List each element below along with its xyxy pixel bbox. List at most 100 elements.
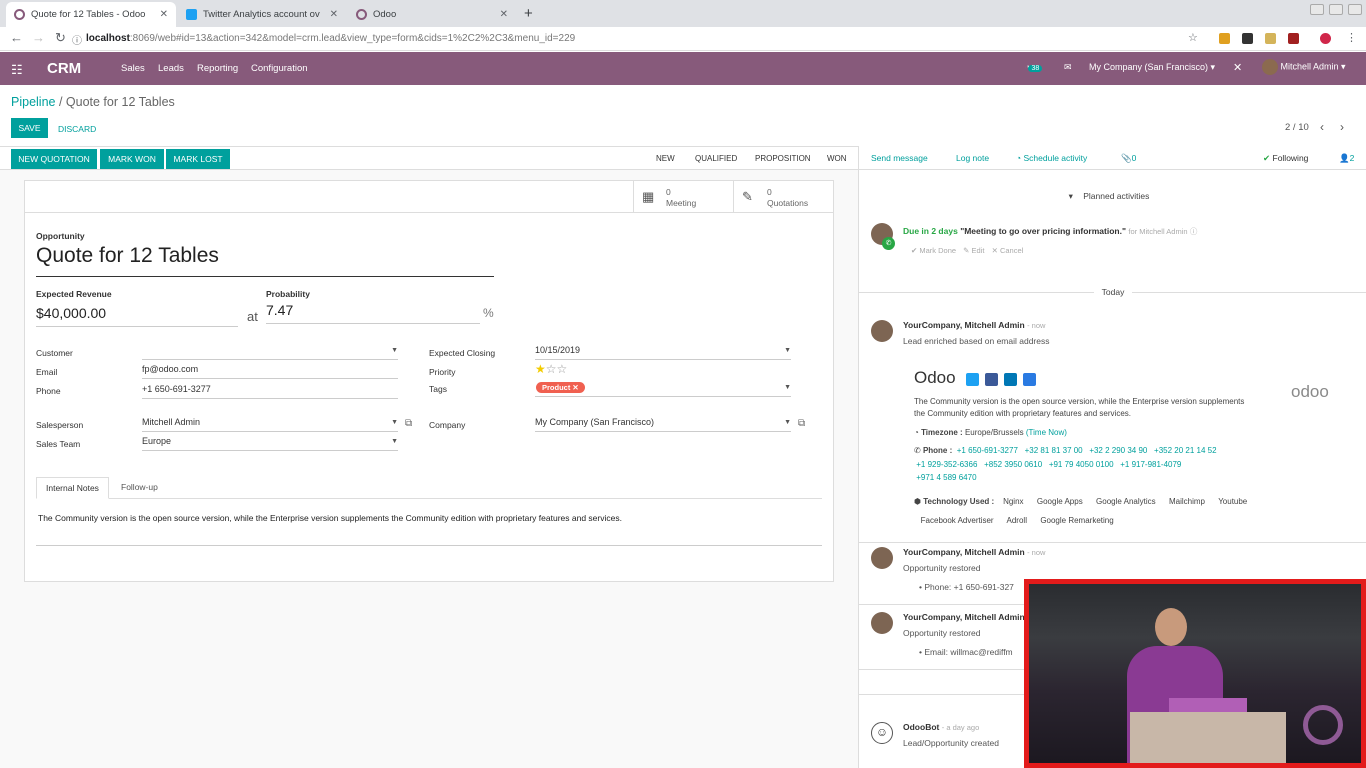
company-switcher[interactable]: My Company (San Francisco) ▾	[1089, 62, 1215, 73]
phone-link[interactable]: +971 4 589 6470	[916, 473, 976, 482]
quotations-smart-button[interactable]: ✎ 0 Quotations	[733, 181, 835, 212]
time-now-link[interactable]: (Time Now)	[1026, 428, 1067, 437]
tags-label: Tags	[429, 384, 447, 394]
app-name[interactable]: CRM	[47, 60, 81, 77]
minimize-window-button[interactable]	[1310, 4, 1324, 15]
phone-link[interactable]: +91 79 4050 0100	[1049, 460, 1114, 469]
new-tab-button[interactable]: +	[524, 5, 533, 22]
close-window-button[interactable]	[1348, 4, 1362, 15]
close-tab-icon[interactable]: ✕	[160, 9, 168, 20]
mark-won-button[interactable]: MARK WON	[100, 149, 164, 169]
discard-button[interactable]: DISCARD	[58, 124, 96, 134]
menu-configuration[interactable]: Configuration	[251, 63, 308, 74]
internal-notes-text[interactable]: The Community version is the open source…	[38, 513, 622, 523]
tab-follow-up[interactable]: Follow-up	[112, 477, 167, 499]
stage-proposition[interactable]: PROPOSITION	[755, 154, 811, 163]
maximize-window-button[interactable]	[1329, 4, 1343, 15]
phone-input[interactable]: +1 650-691-3277	[142, 384, 398, 399]
phone-link[interactable]: +32 2 290 34 90	[1089, 446, 1147, 455]
activity-badge: 38	[1028, 65, 1043, 72]
stage-won[interactable]: WON	[827, 154, 847, 163]
extension-icon[interactable]	[1242, 33, 1253, 44]
tab-internal-notes[interactable]: Internal Notes	[36, 477, 109, 499]
followers-button[interactable]: 👤2	[1339, 153, 1354, 164]
forward-arrow-icon[interactable]: →	[32, 30, 45, 45]
attachments-button[interactable]: 📎0	[1121, 153, 1136, 164]
browser-tab-quote[interactable]: Quote for 12 Tables - Odoo ✕	[6, 2, 176, 27]
menu-sales[interactable]: Sales	[121, 63, 145, 74]
breadcrumb-pipeline[interactable]: Pipeline	[11, 95, 55, 109]
schedule-activity-button[interactable]: ◔ Schedule activity	[1016, 153, 1087, 163]
pager-next-icon[interactable]: ›	[1340, 120, 1344, 134]
close-tab-icon[interactable]: ✕	[330, 9, 338, 20]
star-empty-icon[interactable]: ☆	[557, 362, 568, 376]
opportunity-name-input[interactable]: Quote for 12 Tables	[36, 244, 494, 277]
stage-qualified[interactable]: QUALIFIED	[695, 154, 737, 163]
meeting-smart-button[interactable]: ▦ 0 Meeting	[633, 181, 733, 212]
reload-icon[interactable]: ↻	[55, 30, 66, 46]
linkedin-icon[interactable]	[1004, 373, 1017, 386]
save-button[interactable]: SAVE	[11, 118, 48, 138]
info-icon[interactable]: ⓘ	[72, 32, 82, 47]
extension-icon[interactable]	[1219, 33, 1230, 44]
technology-item: Google Remarketing	[1040, 516, 1114, 525]
browser-tab-odoo[interactable]: Odoo ✕	[348, 2, 516, 27]
pager-previous-icon[interactable]: ‹	[1320, 120, 1324, 134]
date-separator: Today	[859, 287, 1366, 297]
mark-lost-button[interactable]: MARK LOST	[166, 149, 230, 169]
extension-icon[interactable]	[1288, 33, 1299, 44]
bookmark-star-icon[interactable]: ☆	[1188, 31, 1198, 44]
external-link-icon[interactable]: ⧉	[798, 418, 805, 429]
back-arrow-icon[interactable]: ←	[10, 30, 23, 45]
breadcrumb-current: Quote for 12 Tables	[65, 95, 175, 109]
star-empty-icon[interactable]: ☆	[546, 362, 557, 376]
planned-activities-toggle[interactable]: ▾ Planned activities	[859, 191, 1366, 202]
twitter-icon[interactable]	[966, 373, 979, 386]
email-input[interactable]: fp@odoo.com	[142, 364, 398, 379]
phone-link[interactable]: +1 650-691-3277	[957, 446, 1018, 455]
phone-link[interactable]: +352 20 21 14 52	[1154, 446, 1217, 455]
notebook-tabs: Internal Notes Follow-up	[36, 477, 822, 499]
close-icon[interactable]: ✕	[1233, 61, 1242, 74]
edit-activity-button[interactable]: ✎ Edit	[963, 246, 984, 255]
pager-value[interactable]: 2 / 10	[1285, 122, 1309, 133]
log-note-button[interactable]: Log note	[956, 153, 989, 163]
star-filled-icon[interactable]: ★	[535, 362, 546, 376]
salesperson-select[interactable]: Mitchell Admin ▼	[142, 417, 398, 432]
url-input[interactable]: localhost:8069/web#id=13&action=342&mode…	[86, 33, 575, 44]
percent-sign: %	[483, 306, 494, 320]
extension-icon[interactable]	[1265, 33, 1276, 44]
facebook-icon[interactable]	[985, 373, 998, 386]
new-quotation-button[interactable]: NEW QUOTATION	[11, 149, 97, 169]
phone-link[interactable]: +852 3950 0610	[984, 460, 1042, 469]
following-button[interactable]: ✔ Following	[1263, 153, 1308, 164]
tag-product[interactable]: Product ✕	[536, 382, 585, 393]
external-link-icon[interactable]: ⧉	[405, 418, 412, 429]
expected-revenue-input[interactable]: $40,000.00	[36, 305, 238, 327]
sales-team-select[interactable]: Europe ▼	[142, 436, 398, 451]
probability-input[interactable]: 7.47	[266, 302, 480, 324]
stage-new[interactable]: NEW	[656, 154, 675, 163]
menu-reporting[interactable]: Reporting	[197, 63, 238, 74]
crunchbase-icon[interactable]	[1023, 373, 1036, 386]
browser-menu-icon[interactable]: ⋮	[1346, 31, 1357, 44]
company-select[interactable]: My Company (San Francisco) ▼	[535, 417, 791, 432]
close-tab-icon[interactable]: ✕	[500, 9, 508, 20]
send-message-button[interactable]: Send message	[871, 153, 928, 163]
phone-link[interactable]: +1 929-352-6366	[916, 460, 977, 469]
activity-clock-icon[interactable]: ◔38	[1025, 62, 1043, 72]
mark-done-button[interactable]: ✔ Mark Done	[911, 246, 956, 255]
profile-icon[interactable]	[1320, 33, 1331, 44]
info-icon[interactable]: ⓘ	[1190, 227, 1198, 236]
expected-closing-input[interactable]: 10/15/2019 ▼	[535, 345, 791, 360]
chat-icon[interactable]: ✉	[1064, 62, 1072, 73]
customer-select[interactable]: ▼	[142, 345, 398, 360]
browser-tab-twitter[interactable]: Twitter Analytics account ov ✕	[178, 2, 346, 27]
menu-leads[interactable]: Leads	[158, 63, 184, 74]
phone-link[interactable]: +1 917-981-4079	[1120, 460, 1181, 469]
user-menu[interactable]: Mitchell Admin ▾	[1262, 59, 1346, 75]
cancel-activity-button[interactable]: ✕ Cancel	[992, 246, 1024, 255]
apps-grid-icon[interactable]: ☷	[11, 62, 23, 78]
opportunity-label: Opportunity	[36, 231, 85, 241]
phone-link[interactable]: +32 81 81 37 00	[1025, 446, 1083, 455]
